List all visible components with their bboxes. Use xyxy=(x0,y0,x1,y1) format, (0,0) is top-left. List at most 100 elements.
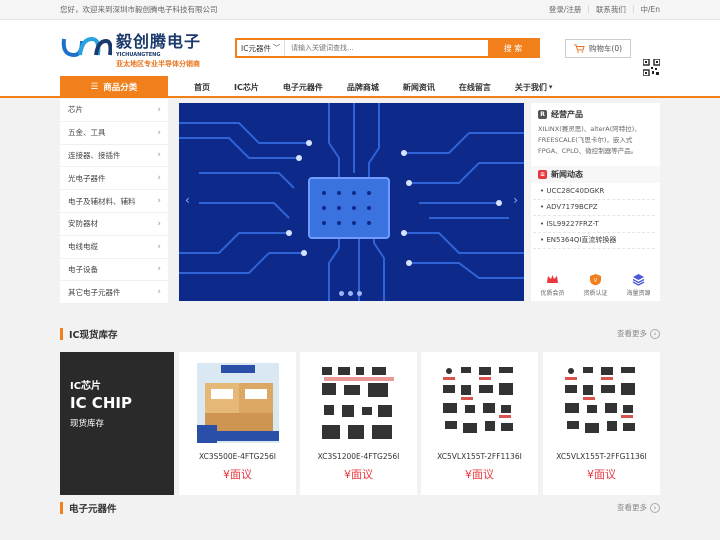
banner-dot[interactable] xyxy=(339,291,344,296)
chevron-right-icon: › xyxy=(157,287,161,298)
news-item[interactable]: • EN5364QI直流转换器 xyxy=(533,233,655,249)
top-bar: 您好，欢迎来到深圳市毅创腾电子科技有限公司 登录/注册 | 联系我们 | 中/E… xyxy=(0,0,720,20)
section-components-header: 电子元器件 查看更多 › xyxy=(0,496,720,520)
chevron-right-icon: › xyxy=(157,104,161,115)
sidebar-item[interactable]: 电线电缆 › xyxy=(60,236,168,259)
search-category-label: IC元器件 xyxy=(241,43,271,53)
nav-item-ic-chips[interactable]: IC芯片 xyxy=(222,76,271,98)
site-logo[interactable]: 毅创腾电子 YICHUANGTENG 亚太地区专业半导体分销商 xyxy=(60,28,235,69)
sidebar-item[interactable]: 其它电子元器件 › xyxy=(60,281,168,305)
nav-item-news[interactable]: 新闻资讯 xyxy=(391,76,447,98)
nav-item-home[interactable]: 首页 xyxy=(182,76,222,98)
nav-item-about-label: 关于我们 xyxy=(514,82,547,92)
feature-member[interactable]: 优质会员 xyxy=(540,273,565,297)
products-heading: R 经营产品 xyxy=(531,103,660,120)
chevron-down-icon: ▾ xyxy=(548,83,553,91)
news-heading-label: 新闻动态 xyxy=(551,170,583,179)
product-card[interactable]: XC5VLX155T-2FF1136I ¥面议 xyxy=(421,352,538,495)
product-name: XC3S500E-4FTG256I xyxy=(199,452,276,461)
product-image xyxy=(438,363,521,443)
sidebar-item[interactable]: 五金、工具 › xyxy=(60,122,168,145)
product-image xyxy=(317,363,400,443)
news-item[interactable]: • ISL99227FRZ-T xyxy=(533,216,655,233)
product-card[interactable]: XC3S1200E-4FTG256I ¥面议 xyxy=(300,352,417,495)
feature-icons: 优质会员 V 资质认证 海量资源 xyxy=(531,273,660,297)
sidebar-item[interactable]: 电子及辅材料、辅料 › xyxy=(60,190,168,213)
news-item[interactable]: • UCC28C40DGKR xyxy=(533,183,655,200)
banner-next-arrow[interactable]: › xyxy=(513,193,518,207)
sidebar-item[interactable]: 连接器、接插件 › xyxy=(60,145,168,168)
section-ic-header: IC现货库存 查看更多 › xyxy=(0,322,720,346)
cart-button[interactable]: 购物车(0) xyxy=(565,39,631,58)
more-link-label: 查看更多 xyxy=(617,329,647,338)
nav-item-components[interactable]: 电子元器件 xyxy=(271,76,335,98)
menu-icon: ☰ xyxy=(90,82,99,92)
product-name: XC5VLX155T-2FF1136I xyxy=(437,452,522,461)
search-category-select[interactable]: IC元器件 ﹀ xyxy=(237,40,285,56)
sidebar-item-label: 芯片 xyxy=(68,105,83,115)
logo-slogan: 亚太地区专业半导体分销商 xyxy=(116,59,200,68)
sidebar-item[interactable]: 光电子器件 › xyxy=(60,167,168,191)
ic-chip-feature-card[interactable]: IC芯片 IC CHIP 现货库存 xyxy=(60,352,174,495)
product-image xyxy=(560,363,643,443)
sidebar-item[interactable]: 安防器材 › xyxy=(60,213,168,236)
news-item-label: EN5364QI直流转换器 xyxy=(546,236,617,245)
chevron-right-icon: › xyxy=(650,502,660,513)
news-item-label: ISL99227FRZ-T xyxy=(546,219,599,228)
news-item[interactable]: • ADV7179BCPZ xyxy=(533,200,655,216)
nav-item-brands[interactable]: 品牌商城 xyxy=(335,76,391,98)
main-nav: ☰ 商品分类 首页 IC芯片 电子元器件 品牌商城 新闻资讯 在线留言 关于我们… xyxy=(0,76,720,98)
cart-label: 购物车(0) xyxy=(588,44,623,53)
separator: | xyxy=(587,4,590,13)
banner-dot[interactable] xyxy=(357,291,362,296)
login-link[interactable]: 登录/注册 xyxy=(549,4,582,15)
section-ic-more-link[interactable]: 查看更多 › xyxy=(617,328,660,339)
svg-text:V: V xyxy=(594,278,598,284)
feature-member-label: 优质会员 xyxy=(540,290,565,297)
news-item-label: UCC28C40DGKR xyxy=(546,186,605,195)
category-sidebar: 芯片 › 五金、工具 › 连接器、接插件 › 光电子器件 › 电子及辅材料、辅料 › 安防… xyxy=(60,99,168,305)
product-image xyxy=(196,363,279,443)
chevron-right-icon: › xyxy=(157,264,161,275)
nav-item-message[interactable]: 在线留言 xyxy=(447,76,503,98)
logo-mark-icon xyxy=(61,36,112,58)
product-card[interactable]: XC5VLX155T-2FFG1136I ¥面议 xyxy=(543,352,660,495)
sidebar-item-label: 电线电缆 xyxy=(68,242,98,252)
section-components-more-link[interactable]: 查看更多 › xyxy=(617,502,660,513)
sidebar-item[interactable]: 电子设备 › xyxy=(60,259,168,282)
product-name: XC5VLX155T-2FFG1136I xyxy=(556,452,647,461)
search-input[interactable] xyxy=(285,40,488,56)
product-card[interactable]: XC3S500E-4FTG256I ¥面议 xyxy=(179,352,296,495)
feature-card-english: IC CHIP xyxy=(70,394,132,412)
category-menu-button[interactable]: ☰ 商品分类 xyxy=(60,76,168,98)
feature-resources-label: 海量资源 xyxy=(626,290,651,297)
hero-area: 芯片 › 五金、工具 › 连接器、接插件 › 光电子器件 › 电子及辅材料、辅料 › 安防… xyxy=(0,98,720,322)
logo-english: YICHUANGTENG xyxy=(116,51,161,58)
product-price: ¥面议 xyxy=(465,468,494,481)
product-name: XC3S1200E-4FTG256I xyxy=(317,452,400,461)
feature-certification[interactable]: V 资质认证 xyxy=(583,273,608,297)
banner-prev-arrow[interactable]: ‹ xyxy=(185,193,190,207)
certificate-icon: V xyxy=(589,274,601,286)
product-price: ¥面议 xyxy=(344,468,373,481)
qr-code-icon[interactable] xyxy=(643,59,660,76)
registered-icon: R xyxy=(538,110,547,119)
sidebar-item[interactable]: 芯片 › xyxy=(60,99,168,122)
feature-resources[interactable]: 海量资源 xyxy=(626,273,651,297)
news-icon: ≡ xyxy=(538,170,547,179)
contact-link[interactable]: 联系我们 xyxy=(596,4,626,15)
banner-dot[interactable] xyxy=(348,291,353,296)
hero-banner[interactable]: ‹ › xyxy=(179,103,524,301)
feature-card-subtitle: 现货库存 xyxy=(70,419,105,429)
header: 毅创腾电子 YICHUANGTENG 亚太地区专业半导体分销商 IC元器件 ﹀ … xyxy=(0,20,720,76)
product-price: ¥面议 xyxy=(587,468,616,481)
chevron-right-icon: › xyxy=(157,150,161,161)
nav-item-about[interactable]: 关于我们 ▾ xyxy=(503,76,565,98)
chevron-right-icon: › xyxy=(157,218,161,229)
feature-card-title: IC芯片 xyxy=(70,381,102,392)
separator: | xyxy=(631,4,635,13)
language-link[interactable]: 中/En xyxy=(640,4,660,15)
sidebar-item-label: 安防器材 xyxy=(68,219,98,229)
sidebar-item-label: 电子及辅材料、辅料 xyxy=(68,196,136,206)
search-button[interactable]: 搜 索 xyxy=(488,40,538,56)
